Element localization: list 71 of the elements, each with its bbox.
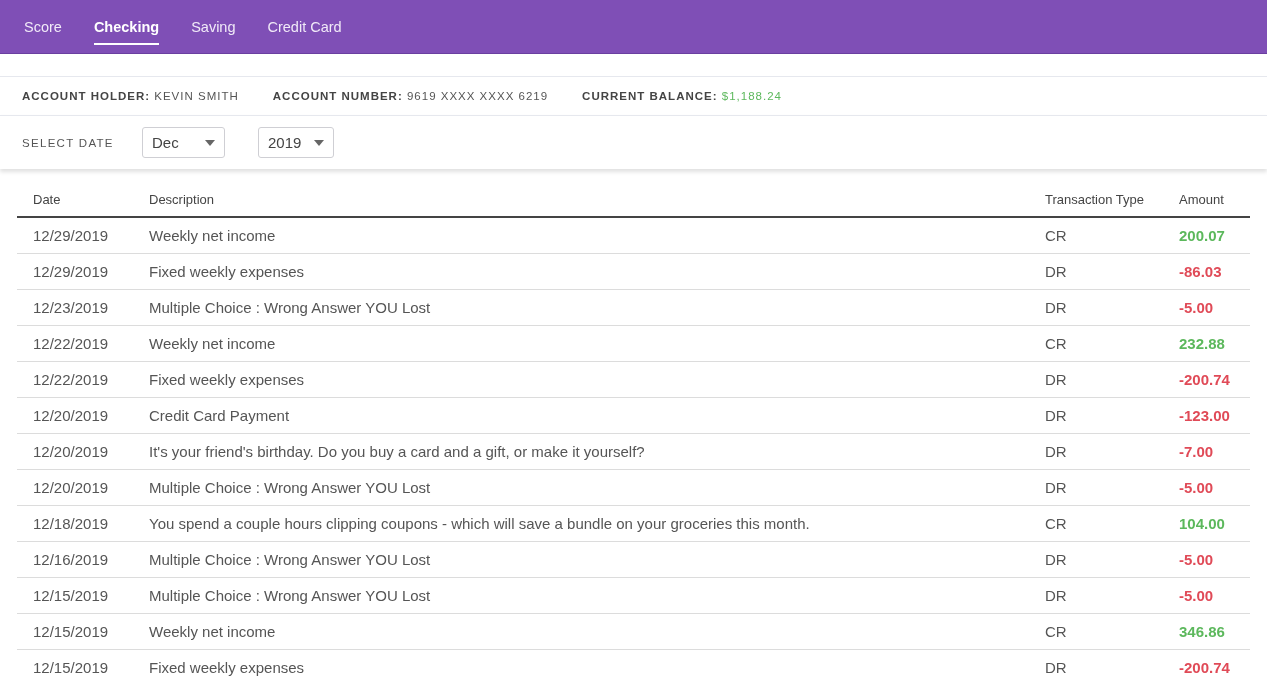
- amount-cell-text: -200.74: [1179, 659, 1231, 676]
- type-cell-text: DR: [1045, 479, 1068, 496]
- account-label: ACCOUNT NUMBER:: [272, 90, 403, 102]
- type-cell-text: DR: [1045, 407, 1068, 424]
- date-cell-text: 12/15/2019: [33, 623, 110, 640]
- description-cell-text: Fixed weekly expenses: [149, 659, 306, 676]
- description-cell-text: Credit Card Payment: [149, 407, 291, 424]
- column-header: Amount: [1179, 191, 1225, 207]
- amount-cell-text: -5.00: [1179, 299, 1215, 316]
- column-header: Description: [149, 191, 216, 207]
- date-cell-text: 12/22/2019: [33, 335, 110, 352]
- type-cell-text: DR: [1045, 299, 1068, 316]
- amount-cell-text: -200.74: [1179, 371, 1231, 388]
- type-cell-text: CR: [1045, 335, 1068, 352]
- account-value: KEVIN SMITH: [154, 90, 239, 102]
- date-cell-text: 12/20/2019: [33, 443, 110, 460]
- date-cell-text: 12/18/2019: [33, 515, 110, 532]
- date-cell-text: 12/16/2019: [33, 551, 110, 568]
- account-value: $1,188.24: [721, 90, 782, 102]
- amount-cell-text: 346.86: [1179, 623, 1226, 640]
- description-cell-text: Multiple Choice : Wrong Answer YOU Lost: [149, 587, 432, 604]
- date-cell-text: 12/22/2019: [33, 371, 110, 388]
- account-value: 9619 XXXX XXXX 6219: [406, 90, 549, 102]
- date-cell-text: 12/15/2019: [33, 587, 110, 604]
- nav-tab[interactable]: Credit Card: [251, 0, 358, 53]
- type-cell-text: DR: [1045, 587, 1068, 604]
- type-cell-text: DR: [1045, 263, 1068, 280]
- nav-tab[interactable]: Checking: [77, 0, 176, 53]
- amount-cell-text: 104.00: [1179, 515, 1226, 532]
- type-cell-text: CR: [1045, 227, 1068, 244]
- amount-cell-text: 232.88: [1179, 335, 1226, 352]
- type-cell-text: DR: [1045, 659, 1068, 676]
- select-date-label: SELECT DATE: [22, 136, 115, 149]
- year-dropdown[interactable]: 2019: [258, 127, 334, 158]
- month-dropdown[interactable]: Dec: [142, 127, 225, 158]
- description-cell-text: Fixed weekly expenses: [149, 371, 306, 388]
- date-cell-text: 12/23/2019: [33, 299, 110, 316]
- description-cell-text: Fixed weekly expenses: [149, 263, 306, 280]
- date-cell-text: 12/20/2019: [33, 407, 110, 424]
- description-cell-text: Multiple Choice : Wrong Answer YOU Lost: [149, 551, 432, 568]
- amount-cell-text: -86.03: [1179, 263, 1223, 280]
- column-header: Date: [33, 191, 62, 207]
- description-cell-text: Weekly net income: [149, 623, 277, 640]
- description-cell-text: Weekly net income: [149, 227, 277, 244]
- date-cell-text: 12/15/2019: [33, 659, 110, 676]
- description-cell-text: Weekly net income: [149, 335, 277, 352]
- date-cell-text: 12/29/2019: [33, 263, 110, 280]
- caret-icon: [314, 139, 324, 146]
- caret-icon: [205, 139, 215, 146]
- amount-cell-text: -5.00: [1179, 587, 1215, 604]
- nav-tab[interactable]: Saving: [175, 0, 252, 53]
- amount-cell-text: -5.00: [1179, 479, 1215, 496]
- amount-cell-text: 200.07: [1179, 227, 1226, 244]
- account-label: ACCOUNT HOLDER:: [22, 90, 151, 102]
- amount-cell-text: -123.00: [1179, 407, 1231, 424]
- account-label: CURRENT BALANCE:: [582, 90, 718, 102]
- date-cell-text: 12/20/2019: [33, 479, 110, 496]
- nav-tab[interactable]: Score: [8, 0, 78, 53]
- type-cell-text: CR: [1045, 623, 1068, 640]
- type-cell-text: DR: [1045, 551, 1068, 568]
- type-cell-text: DR: [1045, 443, 1068, 460]
- amount-cell-text: -5.00: [1179, 551, 1215, 568]
- type-cell-text: CR: [1045, 515, 1068, 532]
- description-cell-text: It's your friend's birthday. Do you buy a card and a gift, or make it yourself?: [149, 443, 646, 460]
- amount-cell-text: -7.00: [1179, 443, 1215, 460]
- description-cell-text: Multiple Choice : Wrong Answer YOU Lost: [149, 299, 432, 316]
- description-cell-text: Multiple Choice : Wrong Answer YOU Lost: [149, 479, 432, 496]
- date-cell-text: 12/29/2019: [33, 227, 110, 244]
- type-cell-text: DR: [1045, 371, 1068, 388]
- description-cell-text: You spend a couple hours clipping coupons - which will save a bundle on your groceries this month.: [149, 515, 811, 532]
- column-header: Transaction Type: [1045, 191, 1145, 207]
